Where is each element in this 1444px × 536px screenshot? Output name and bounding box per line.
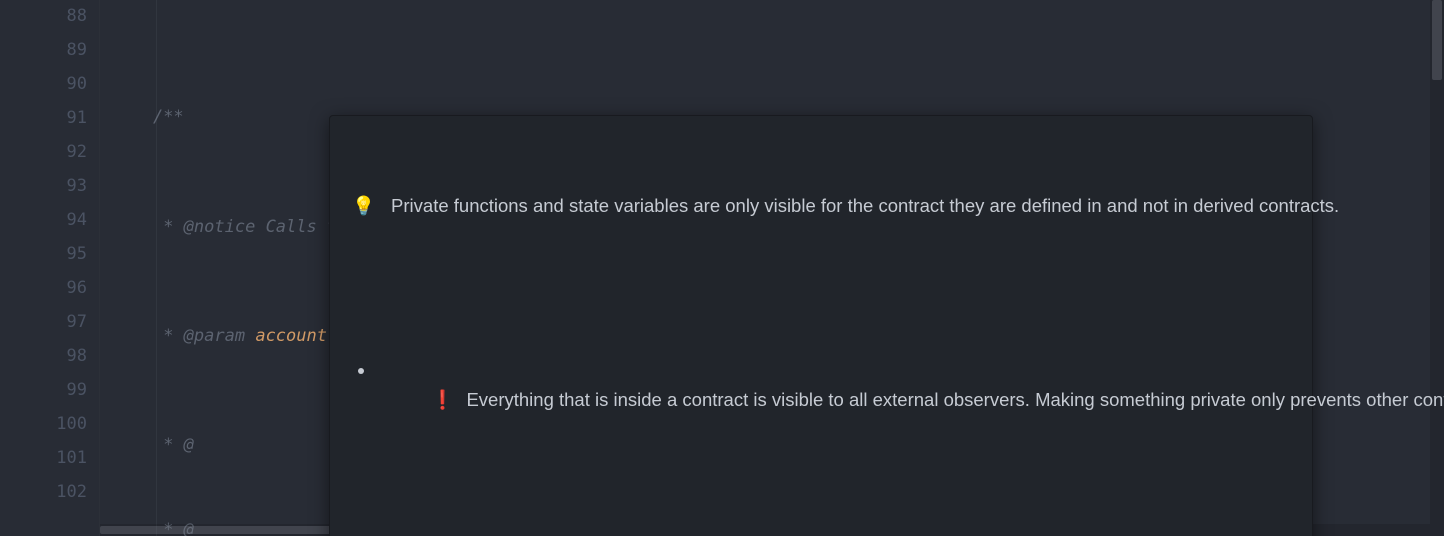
code-area[interactable]: /** * @notice Calls the function with se… — [100, 0, 1444, 536]
line-number: 97 — [0, 306, 87, 340]
code-editor[interactable]: 888990919293949596979899100101102 /** * … — [0, 0, 1444, 536]
line-number: 99 — [0, 374, 87, 408]
line-number: 94 — [0, 204, 87, 238]
hover-tooltip[interactable]: 💡 Private functions and state variables … — [329, 115, 1313, 536]
line-number: 100 — [0, 408, 87, 442]
line-number: 91 — [0, 102, 87, 136]
warning-icon: ❗ — [431, 389, 454, 410]
tooltip-warning-item: ❗Everything that is inside a contract is… — [376, 355, 1290, 444]
lightbulb-icon: 💡 — [352, 191, 375, 221]
vertical-scrollbar-thumb[interactable] — [1432, 0, 1442, 80]
line-number: 95 — [0, 238, 87, 272]
line-number: 101 — [0, 442, 87, 476]
line-number: 88 — [0, 0, 87, 34]
line-number-gutter: 888990919293949596979899100101102 — [0, 0, 100, 536]
line-number: 90 — [0, 68, 87, 102]
line-number: 98 — [0, 340, 87, 374]
line-number: 96 — [0, 272, 87, 306]
tooltip-primary-text: Private functions and state variables ar… — [391, 191, 1339, 221]
line-number: 93 — [0, 170, 87, 204]
indent-guide — [156, 0, 157, 536]
tooltip-secondary-text: Everything that is inside a contract is … — [466, 389, 1444, 410]
vertical-scrollbar[interactable] — [1430, 0, 1444, 536]
line-number: 102 — [0, 476, 87, 510]
line-number: 92 — [0, 136, 87, 170]
line-number: 89 — [0, 34, 87, 68]
